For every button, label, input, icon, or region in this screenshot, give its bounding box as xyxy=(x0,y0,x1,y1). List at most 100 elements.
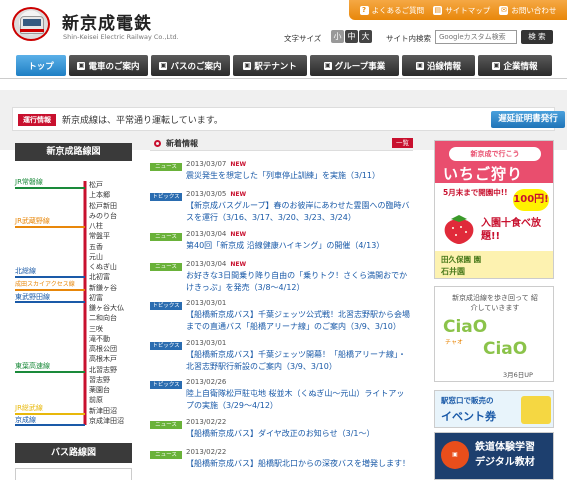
nav-train[interactable]: ▣ 電車のご案内 xyxy=(69,55,148,76)
nav-area[interactable]: ▣ 沿線情報 xyxy=(402,55,475,76)
line-label-hokuso: 北総線 xyxy=(15,267,36,275)
station-name[interactable]: 鎌ヶ谷大仏 xyxy=(89,303,124,313)
news-category-badge: トピックス xyxy=(150,193,182,201)
news-title: 新着情報 xyxy=(166,139,198,148)
shop-icon: ▣ xyxy=(243,61,252,70)
ciao-date: 3月6日UP xyxy=(503,371,533,379)
banner-tagline: 新京成で行こう xyxy=(449,147,541,161)
station-name[interactable]: 新津田沼 xyxy=(89,406,117,416)
news-list-all-button[interactable]: 一覧 xyxy=(392,138,413,148)
new-badge: NEW xyxy=(230,161,247,168)
news-item: トピックス 2013/03/01 【船橋新京成バス】千葉ジェッツ開幕！「船橋アリーナ… xyxy=(150,334,413,374)
nav-tenant[interactable]: ▣ 駅テナント xyxy=(233,55,307,76)
station-name[interactable]: 五香 xyxy=(89,242,103,252)
news-date-text: 2013/03/01 xyxy=(186,338,227,347)
station-name[interactable]: 北習志野 xyxy=(89,365,117,375)
station-name[interactable]: 上本郷 xyxy=(89,190,110,200)
banner-farm-band: 田久保園 園 石井園 xyxy=(435,251,553,278)
operation-status-box: 運行情報 新京成線は、平常通り運転しています。 遅延証明書発行 xyxy=(12,107,565,131)
station-name[interactable]: 三咲 xyxy=(89,324,103,334)
delay-certificate-button[interactable]: 遅延証明書発行 xyxy=(491,111,565,128)
faq-link-label: よくあるご質問 xyxy=(371,5,425,15)
news-link[interactable]: 【船橋新京成バス】ダイヤ改正のお知らせ（3/1〜） xyxy=(186,428,412,440)
news-date-text: 2013/02/22 xyxy=(186,417,227,426)
strawberry-picking-banner[interactable]: 新京成で行こう いちご狩り 5月末まで開園中!! 100円! 入園十食べ放題!!… xyxy=(434,140,554,279)
rail-map[interactable]: JR常磐線 JR武蔵野線 北総線 成田スカイアクセス線 東武野田線 東葉高速線 … xyxy=(15,163,132,433)
nav-bus[interactable]: ▣ バスのご案内 xyxy=(151,55,230,76)
font-size-small-button[interactable]: 小 xyxy=(331,30,344,43)
news-link[interactable]: 【新京成バスグループ】春のお彼岸にあわせた霊園への臨時バスを運行（3/16、3/… xyxy=(186,200,412,224)
map-icon: ▣ xyxy=(415,61,424,70)
news-item: トピックス 2013/03/01 【船橋新京成バス】千葉ジェッツ公式戦！北習志野駅か… xyxy=(150,294,413,334)
station-name[interactable]: 滝不動 xyxy=(89,334,110,344)
digital-learning-banner[interactable]: ▣ 鉄道体験学習 デジタル教材 xyxy=(434,432,554,480)
station-name[interactable]: 高根公団 xyxy=(89,344,117,354)
font-size-large-button[interactable]: 大 xyxy=(359,30,372,43)
news-item: ニュース 2013/02/22 【船橋新京成バス】船橋駅北口からの深夜バスを増発しま… xyxy=(150,443,413,473)
station-name[interactable]: 京成津田沼 xyxy=(89,416,124,426)
line-label-jr-musashino: JR武蔵野線 xyxy=(15,217,50,225)
news-link[interactable]: 【船橋新京成バス】船橋駅北口からの深夜バスを増発します！ xyxy=(186,458,412,470)
station-name[interactable]: 常盤平 xyxy=(89,231,110,241)
station-name[interactable]: 習志野 xyxy=(89,375,110,385)
sitemap-link[interactable]: ▤ サイトマップ xyxy=(433,5,490,16)
strawberry-icon xyxy=(444,215,474,244)
ciao-ciao-banner[interactable]: 新京成沿線を歩き回って 紹介していきます CiaO チャオ CiaO 3月6日U… xyxy=(434,286,554,382)
ciao-intro: 新京成沿線を歩き回って 紹介していきます xyxy=(452,294,538,312)
news-date: 2013/03/07 NEW xyxy=(186,160,246,168)
station-name[interactable]: くぬぎ山 xyxy=(89,262,117,272)
station-name[interactable]: 薬園台 xyxy=(89,385,110,395)
news-link[interactable]: 震災発生を想定した「列車停止訓練」を実施（3/11） xyxy=(186,170,412,182)
news-link[interactable]: 第40回「新京成 沿線健康ハイキング」の開催（4/13） xyxy=(186,240,412,252)
station-name[interactable]: 北初富 xyxy=(89,272,110,282)
station-name[interactable]: 高根木戸 xyxy=(89,354,117,364)
news-category-badge: ニュース xyxy=(150,262,182,271)
nav-company[interactable]: ▣ 企業情報 xyxy=(478,55,552,76)
news-item: ニュース 2013/03/07 NEW 震災発生を想定した「列車停止訓練」を実施（3/… xyxy=(150,155,413,185)
contact-link[interactable]: ✉ お問い合わせ xyxy=(499,5,556,16)
font-size-medium-button[interactable]: 中 xyxy=(345,30,358,43)
news-link[interactable]: 【船橋新京成バス】千葉ジェッツ開幕！「船橋アリーナ線」・北習志野駅行新設のご案内… xyxy=(186,349,412,373)
operation-status-badge: 運行情報 xyxy=(18,114,56,126)
site-search-input[interactable] xyxy=(435,30,517,44)
news-header: 新着情報 一覧 xyxy=(150,137,413,151)
nav-top[interactable]: トップ xyxy=(16,55,66,76)
news-link[interactable]: 【船橋新京成バス】千葉ジェッツ公式戦！北習志野駅から会場までの直通バス「船橋アリ… xyxy=(186,309,412,333)
station-name[interactable]: 初富 xyxy=(89,293,103,303)
station-name[interactable]: 松戸新田 xyxy=(89,201,117,211)
news-date-text: 2013/02/26 xyxy=(186,378,227,386)
new-badge: NEW xyxy=(230,191,247,198)
station-name[interactable]: 元山 xyxy=(89,252,103,262)
nav-group[interactable]: ▣ グループ事業 xyxy=(310,55,399,76)
sitemap-icon: ▤ xyxy=(433,5,443,15)
banner-farm-name-2: 石井園 xyxy=(441,267,465,276)
bus-map-title[interactable]: バス路線図 xyxy=(15,443,132,463)
nav-company-label: 企業情報 xyxy=(503,61,538,72)
event-ticket-banner[interactable]: 駅窓口で販売の イベント券 xyxy=(434,390,554,428)
banner-eat-text: 入園十食べ放題!! xyxy=(481,218,541,242)
news-item: トピックス 2013/03/05 NEW 【新京成バスグループ】春のお彼岸にあわせた霊… xyxy=(150,185,413,225)
station-name[interactable]: 前原 xyxy=(89,395,103,405)
news-link[interactable]: 陸上自衛隊松戸駐屯地 桜並木（くぬぎ山〜元山）ライトアップの実施（3/29〜4/… xyxy=(186,388,412,412)
logo-title[interactable]: 新京成電鉄 xyxy=(62,9,152,34)
news-date: 2013/03/05 NEW xyxy=(186,190,246,198)
search-button[interactable]: 検 索 xyxy=(521,30,553,44)
faq-link[interactable]: ? よくあるご質問 xyxy=(359,5,425,16)
station-name[interactable]: 松戸 xyxy=(89,180,103,190)
news-category-badge: ニュース xyxy=(150,420,182,429)
news-bullet-icon xyxy=(154,140,161,147)
news-date: 2013/02/26 xyxy=(186,378,226,386)
station-name[interactable]: 二和向台 xyxy=(89,313,117,323)
nav-area-label: 沿線情報 xyxy=(426,61,461,72)
bus-map-panel xyxy=(15,468,132,480)
ciao-logo-1: CiaO xyxy=(443,317,488,337)
station-name[interactable]: みのり台 xyxy=(89,211,117,221)
station-name[interactable]: 新鎌ヶ谷 xyxy=(89,283,117,293)
rail-map-title[interactable]: 新京成路線図 xyxy=(15,143,132,161)
banner-headline: いちご狩り xyxy=(443,165,524,183)
train-logo-icon[interactable] xyxy=(12,7,50,41)
news-link[interactable]: お好きな3日間乗り降り自由の「乗りトク！さくら満開おでかけきっぷ」を発売（3/8… xyxy=(186,270,412,294)
station-name[interactable]: 八柱 xyxy=(89,221,103,231)
news-date: 2013/03/04 NEW xyxy=(186,260,246,268)
top-links-bar: ? よくあるご質問 ▤ サイトマップ ✉ お問い合わせ xyxy=(349,0,567,20)
